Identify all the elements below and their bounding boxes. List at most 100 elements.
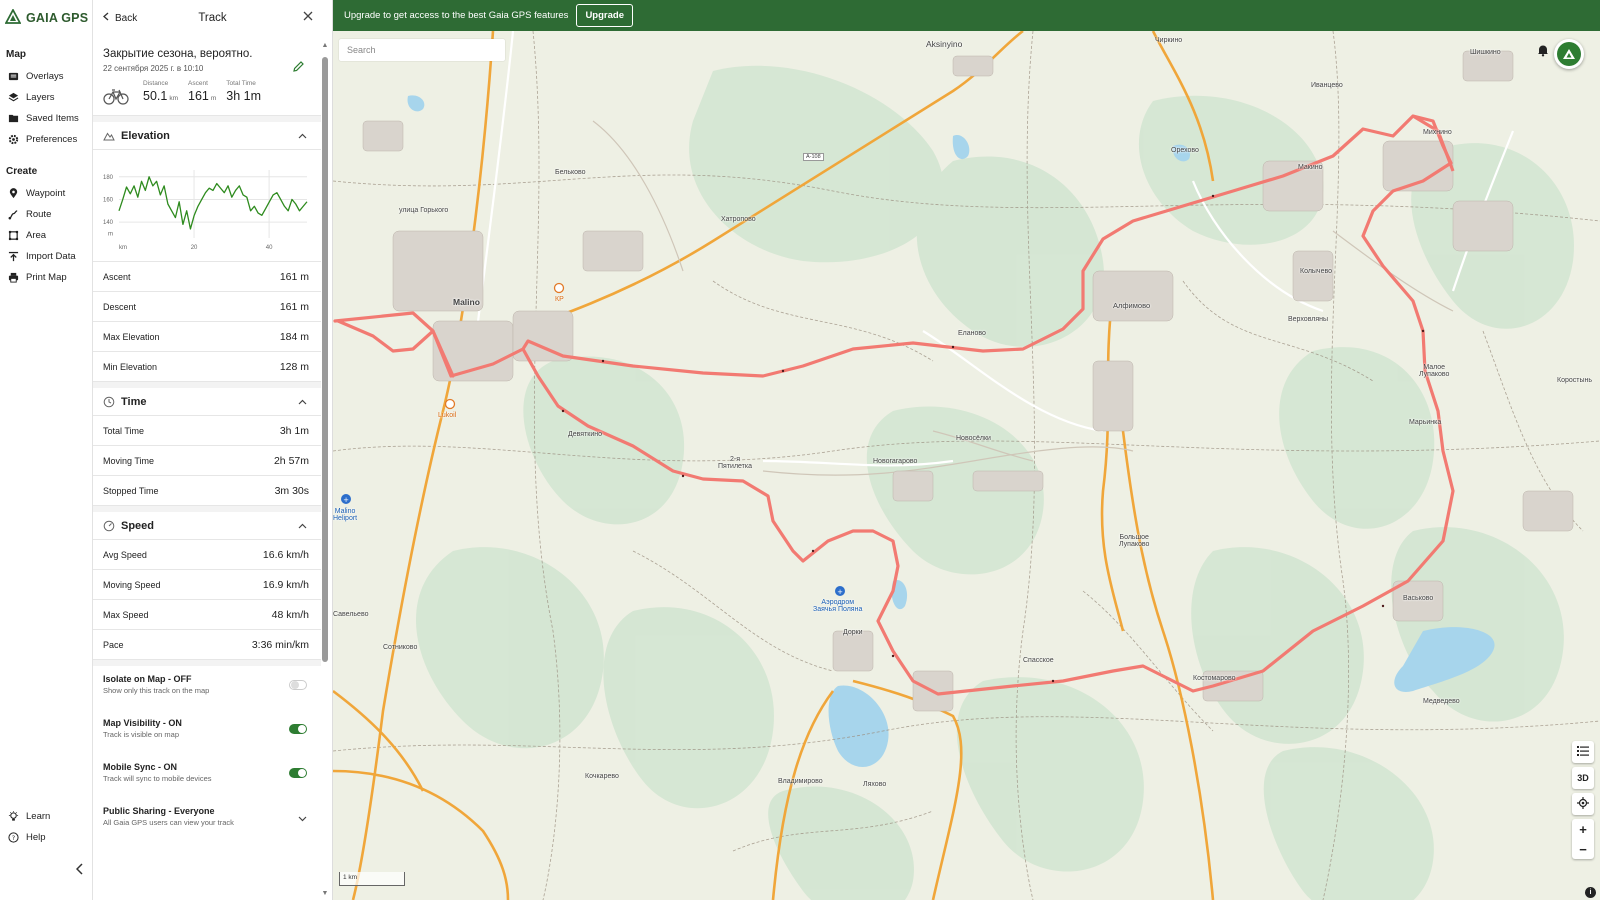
nav-item-import-data[interactable]: Import Data — [0, 246, 92, 267]
upgrade-banner: Upgrade to get access to the best Gaia G… — [333, 0, 1600, 31]
nav-label: Preferences — [26, 134, 78, 145]
chevron-up-icon — [298, 399, 307, 405]
toggle-switch[interactable] — [289, 768, 307, 778]
nav-label: Waypoint — [26, 188, 66, 199]
notifications-bell-icon[interactable] — [1536, 43, 1550, 57]
nav-bottom: Learn ? Help — [0, 806, 92, 848]
stat-label: Min Elevation — [103, 361, 158, 372]
nav-item-waypoint[interactable]: Waypoint — [0, 183, 92, 204]
map-scale-bar: 1 km — [339, 872, 405, 886]
left-nav: GAIA GPS Map Overlays Layers Saved Items… — [0, 0, 93, 900]
x-tick-label: 20 — [191, 245, 198, 251]
toggle-title: Map Visibility - ON — [103, 718, 182, 728]
collapse-sidebar-button[interactable] — [73, 862, 87, 880]
nav-item-preferences[interactable]: Preferences — [0, 129, 92, 150]
speed-section-header[interactable]: Speed — [93, 506, 321, 540]
stat-value: 16.6 km/h — [262, 548, 309, 561]
track-panel: Back Track Закрытие сезона, вероятно. 22… — [93, 0, 333, 900]
nav-item-route[interactable]: Route — [0, 204, 92, 225]
toggle-knob — [298, 769, 306, 777]
nav-label: Import Data — [26, 251, 76, 262]
stat-label: Moving Speed — [103, 579, 161, 590]
nav-item-area[interactable]: Area — [0, 225, 92, 246]
y-tick-label: 180 — [103, 175, 114, 181]
back-button[interactable]: Back — [103, 12, 137, 24]
section-title: Time — [121, 395, 147, 408]
y-tick-label: 160 — [103, 197, 114, 203]
scroll-down-arrow[interactable]: ▼ — [320, 890, 330, 898]
nav-item-saved-items[interactable]: Saved Items — [0, 108, 92, 129]
ascent-value: 161 — [188, 89, 209, 103]
toggle-subtitle: Track will sync to mobile devices — [103, 774, 212, 783]
info-icon[interactable]: i — [1585, 887, 1596, 898]
map-label-town: 2-я Пятилетка — [718, 456, 752, 470]
map-label-town: Васьково — [1403, 595, 1434, 602]
toggle-row: Map Visibility - ON Track is visible on m… — [93, 710, 321, 754]
time-section-header[interactable]: Time — [93, 382, 321, 416]
map-label-town: Еланово — [958, 330, 986, 337]
map-label-poi: Аэродром Заячья Поляна — [813, 599, 863, 613]
map-canvas[interactable]: + + Search Malino Aksinyino Алфимово Нов… — [333, 31, 1600, 900]
stat-value: 3:36 min/km — [251, 638, 309, 651]
section-title: Speed — [121, 519, 155, 532]
stat-row: Moving Speed 16.9 km/h — [93, 570, 321, 600]
map-label-town: Большое Лупаково — [1119, 534, 1150, 548]
nav-section-map: Map — [6, 49, 26, 60]
nav-item-print-map[interactable]: Print Map — [0, 267, 92, 288]
map-label-town: Ляхово — [863, 781, 887, 788]
map-label-poi: КР — [555, 296, 564, 303]
stat-row: Max Speed 48 km/h — [93, 600, 321, 630]
stat-value: 3m 30s — [274, 484, 309, 497]
nav-item-overlays[interactable]: Overlays — [0, 66, 92, 87]
nav-item-help[interactable]: ? Help — [0, 827, 92, 848]
scroll-up-arrow[interactable]: ▲ — [320, 42, 330, 50]
map-label-town: Макино — [1298, 164, 1323, 171]
stat-value: 3h 1m — [279, 424, 309, 437]
zoom-out-button[interactable]: − — [1579, 839, 1587, 859]
time-label: Total Time — [226, 80, 256, 87]
elevation-section-header[interactable]: Elevation — [93, 116, 321, 150]
map-3d-button[interactable]: 3D — [1572, 767, 1594, 789]
map-list-button[interactable] — [1572, 741, 1594, 763]
layers-icon — [8, 92, 19, 103]
close-icon[interactable] — [302, 10, 316, 24]
upgrade-button[interactable]: Upgrade — [576, 4, 633, 27]
public-sharing-row[interactable]: Public Sharing - Everyone All Gaia GPS u… — [93, 798, 321, 842]
scroll-thumb[interactable] — [322, 57, 328, 662]
map-search-input[interactable]: Search — [339, 39, 505, 61]
chevron-down-icon — [298, 816, 307, 822]
zoom-in-button[interactable]: + — [1579, 819, 1587, 839]
map-label-poi: Lukoil — [438, 412, 457, 419]
stat-value: 161 m — [279, 300, 309, 313]
map-label-street: улица Горького — [399, 207, 449, 214]
stat-row: Min Elevation 128 m — [93, 352, 321, 382]
time-stat: Total Time 3h 1m — [226, 80, 261, 105]
lightbulb-icon — [8, 811, 19, 822]
edit-pencil-icon[interactable] — [292, 60, 305, 73]
panel-header: Back Track — [93, 0, 332, 36]
panel-content[interactable]: Закрытие сезона, вероятно. 22 сентября 2… — [93, 36, 321, 900]
stat-label: Max Elevation — [103, 331, 160, 342]
map-base: + + — [333, 31, 1600, 900]
map-label-town: Хатропово — [721, 216, 756, 223]
crosshair-icon — [1577, 797, 1589, 811]
svg-text:+: + — [343, 496, 349, 504]
map-label-town: Михнино — [1423, 129, 1452, 136]
toggle-switch[interactable] — [289, 724, 307, 734]
nav-item-learn[interactable]: Learn — [0, 806, 92, 827]
x-tick-label: 40 — [266, 245, 273, 251]
user-avatar[interactable] — [1554, 39, 1584, 69]
distance-label: Distance — [143, 80, 169, 87]
stat-label: Total Time — [103, 425, 145, 436]
toggle-switch[interactable] — [289, 680, 307, 690]
locate-me-button[interactable] — [1572, 793, 1594, 815]
nav-item-layers[interactable]: Layers — [0, 87, 92, 108]
map-label-town: Савельево — [333, 611, 369, 618]
elevation-chart[interactable]: 180 160 140 m 20 40 km — [93, 150, 321, 262]
toggle-subtitle: Show only this track on the map — [103, 686, 210, 695]
app-logo[interactable]: GAIA GPS — [0, 0, 92, 36]
help-icon: ? — [8, 832, 19, 843]
panel-scrollbar[interactable]: ▲ ▼ — [319, 42, 329, 898]
toggle-subtitle: All Gaia GPS users can view your track — [103, 818, 234, 827]
map-label-town: Кочкарево — [585, 773, 619, 780]
